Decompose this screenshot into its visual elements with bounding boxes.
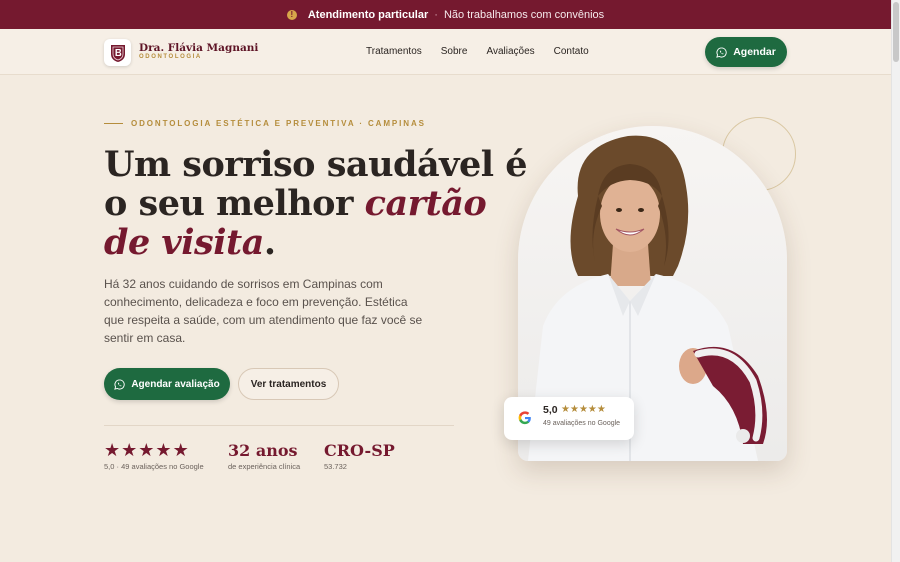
scrollbar[interactable] xyxy=(891,0,900,562)
agendar-button[interactable]: Agendar xyxy=(705,37,787,67)
nav-link-sobre[interactable]: Sobre xyxy=(441,46,468,57)
announcement-text: Não trabalhamos com convênios xyxy=(443,8,605,21)
ver-tratamentos-button[interactable]: Ver tratamentos xyxy=(238,368,339,400)
announcement-strong: Atendimento particular xyxy=(307,8,429,21)
google-icon xyxy=(518,411,531,425)
headline-accent-2: de visita xyxy=(104,222,264,263)
star-icon: ★ xyxy=(587,404,597,415)
cro-number: 53.732 xyxy=(324,462,347,471)
rating-label: 5,0 · 49 avaliações no Google xyxy=(104,462,204,471)
headline-line-1: Um sorriso saudável é xyxy=(104,144,528,185)
star-icon: ★ xyxy=(569,404,579,415)
scrollbar-thumb[interactable] xyxy=(893,2,899,62)
whatsapp-icon xyxy=(716,46,727,58)
star-icon: ★ xyxy=(578,404,588,415)
experience-label: de experiência clínica xyxy=(228,462,301,471)
star-icon: ★ xyxy=(138,440,155,460)
headline-line-2: o seu melhor cartão xyxy=(104,183,487,224)
headline-line-2-plain: o seu melhor xyxy=(104,183,365,224)
rating-stars: ★ ★ ★ ★ ★ xyxy=(104,441,189,459)
star-icon: ★ xyxy=(596,404,606,415)
brand-name[interactable]: Dra. Flávia Magnani xyxy=(139,42,258,54)
brand-subtitle: ODONTOLOGIA xyxy=(139,54,202,60)
agendar-avaliacao-label: Agendar avaliação xyxy=(131,378,220,390)
nav-link-contato[interactable]: Contato xyxy=(554,46,589,57)
nav-links: Tratamentos Sobre Avaliações Contato xyxy=(366,46,589,57)
info-icon: ! xyxy=(286,9,297,20)
star-icon: ★ xyxy=(155,440,172,460)
agendar-button-label: Agendar xyxy=(733,46,776,58)
headline-period: . xyxy=(263,222,276,263)
cro-value: CRO-SP xyxy=(324,441,395,460)
announcement-bar: ! Atendimento particular · Não trabalham… xyxy=(0,0,891,29)
whatsapp-icon xyxy=(114,378,125,390)
star-icon: ★ xyxy=(121,440,138,460)
eyebrow-line xyxy=(104,123,123,124)
logo[interactable] xyxy=(104,39,131,66)
ver-tratamentos-label: Ver tratamentos xyxy=(250,378,327,390)
star-icon: ★ xyxy=(561,404,570,415)
navbar: Dra. Flávia Magnani ODONTOLOGIA Tratamen… xyxy=(0,29,891,75)
hero-description: Há 32 anos cuidando de sorrisos em Campi… xyxy=(104,277,423,345)
nav-link-tratamentos[interactable]: Tratamentos xyxy=(366,46,422,57)
agendar-avaliacao-button[interactable]: Agendar avaliação xyxy=(104,368,230,400)
rating-card-count: 49 avaliações no Google xyxy=(543,420,621,427)
logo-mark-icon xyxy=(110,44,125,62)
announcement-separator: · xyxy=(434,8,438,21)
nav-link-avaliacoes[interactable]: Avaliações xyxy=(486,46,534,57)
stats-divider xyxy=(104,425,454,426)
rating-card-score: 5,0 xyxy=(543,404,558,416)
google-rating-card: 5,0 ★ ★ ★ ★ ★ 49 avaliações no Google xyxy=(504,397,634,440)
star-icon: ★ xyxy=(104,440,121,460)
headline-accent-1: cartão xyxy=(364,183,487,224)
rating-card-stars: ★ ★ ★ ★ ★ xyxy=(561,404,606,415)
headline-line-3: de visita. xyxy=(104,223,484,262)
hero-eyebrow: ODONTOLOGIA ESTÉTICA E PREVENTIVA · CAMP… xyxy=(104,119,426,128)
star-icon: ★ xyxy=(172,440,189,460)
experience-value: 32 anos xyxy=(228,441,298,460)
eyebrow-text: ODONTOLOGIA ESTÉTICA E PREVENTIVA · CAMP… xyxy=(131,119,426,128)
hero-headline: Um sorriso saudável é o seu melhor cartã… xyxy=(104,144,528,262)
